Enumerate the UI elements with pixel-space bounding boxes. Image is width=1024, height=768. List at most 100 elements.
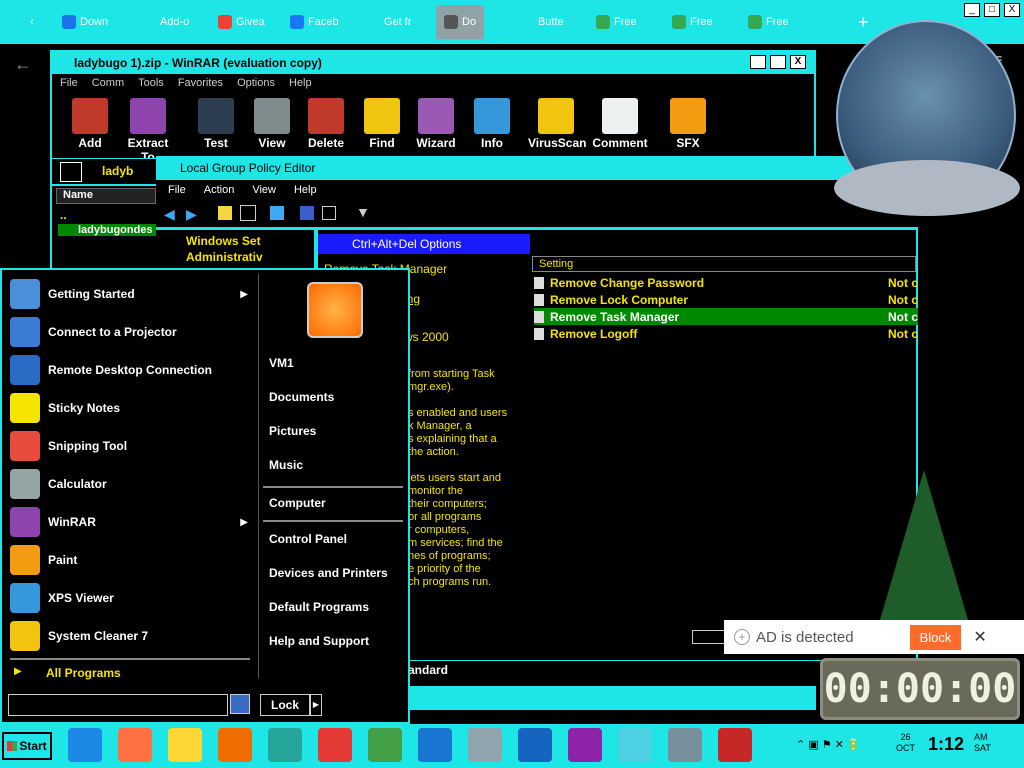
back-arrow-icon[interactable]: ←	[14, 54, 32, 75]
toolbar-comment-button[interactable]: Comment	[592, 98, 648, 150]
maximize-button[interactable]: □	[984, 3, 1000, 17]
taskbar-media-player-icon[interactable]	[218, 728, 252, 762]
browser-tab[interactable]: Add-o	[142, 9, 189, 35]
taskbar-firefox-icon[interactable]	[118, 728, 152, 762]
taskbar-network-icon[interactable]	[468, 728, 502, 762]
lock-button[interactable]: Lock	[260, 694, 310, 716]
toolbar-add-button[interactable]: Add	[62, 98, 118, 150]
start-link-default-programs[interactable]: Default Programs	[269, 600, 369, 614]
ad-close-icon[interactable]: ✕	[973, 627, 986, 647]
gpedit-menu-item[interactable]: View	[252, 184, 276, 196]
taskbar-internet-explorer-icon[interactable]	[68, 728, 102, 762]
start-button[interactable]: Start	[2, 732, 52, 760]
forward-icon[interactable]: ▶	[186, 206, 197, 223]
start-item-system-cleaner-7[interactable]: System Cleaner 7	[10, 618, 254, 654]
setting-row[interactable]: Remove Lock Computer Not c	[534, 291, 918, 308]
winrar-menu-item[interactable]: Help	[289, 77, 312, 89]
start-item-connect-to-a-projector[interactable]: Connect to a Projector	[10, 314, 254, 350]
winrar-minimize-button[interactable]	[750, 55, 766, 69]
start-item-calculator[interactable]: Calculator	[10, 466, 254, 502]
toolbar-delete-button[interactable]: Delete	[298, 98, 354, 150]
export-icon[interactable]	[270, 206, 284, 220]
tray-icons[interactable]: ⌃ ▣ ⚑ ✕ 🔋	[796, 738, 861, 751]
toolbar-wizard-button[interactable]: Wizard	[408, 98, 464, 150]
start-item-sticky-notes[interactable]: Sticky Notes	[10, 390, 254, 426]
start-link-documents[interactable]: Documents	[269, 390, 334, 404]
winrar-close-button[interactable]: X	[790, 55, 806, 69]
new-tab-button[interactable]: +	[858, 9, 869, 35]
setting-row[interactable]: Remove Task Manager Not c	[534, 308, 918, 325]
taskbar-browser-blue-icon[interactable]	[418, 728, 452, 762]
start-link-control-panel[interactable]: Control Panel	[269, 532, 347, 546]
start-link-pictures[interactable]: Pictures	[269, 424, 316, 438]
winrar-menu-item[interactable]: Comm	[92, 77, 124, 89]
start-item-winrar[interactable]: WinRAR ▶	[10, 504, 254, 540]
search-icon[interactable]	[230, 694, 250, 714]
start-item-xps-viewer[interactable]: XPS Viewer	[10, 580, 254, 616]
start-search-input[interactable]	[8, 694, 228, 716]
browser-tab[interactable]: Butte	[520, 9, 564, 35]
taskbar-browser-icon[interactable]	[268, 728, 302, 762]
taskbar-toolbox-icon[interactable]	[718, 728, 752, 762]
gpedit-menu-item[interactable]: File	[168, 184, 186, 196]
standard-tab[interactable]: andard	[408, 663, 448, 677]
lock-options-arrow-icon[interactable]: ▶	[310, 694, 322, 716]
winrar-maximize-button[interactable]	[770, 55, 786, 69]
toolbar-virusscan-button[interactable]: VirusScan	[528, 98, 586, 150]
all-programs-link[interactable]: All Programs	[46, 666, 121, 680]
tree-item-windows-settings[interactable]: Windows Set	[186, 234, 261, 248]
setting-row[interactable]: Remove Change Password Not c	[534, 274, 918, 291]
taskbar-notepad-icon[interactable]	[618, 728, 652, 762]
user-avatar[interactable]	[307, 282, 363, 338]
toolbar-find-button[interactable]: Find	[354, 98, 410, 150]
properties-icon[interactable]	[240, 205, 256, 221]
winrar-menu-item[interactable]: File	[60, 77, 78, 89]
tab-back-arrow[interactable]: ‹	[30, 9, 34, 35]
taskbar-search-app-icon[interactable]	[518, 728, 552, 762]
back-icon[interactable]: ◀	[164, 206, 175, 223]
filter-icon[interactable]: ▼	[356, 204, 370, 220]
setting-column-header[interactable]: Setting	[532, 256, 916, 272]
file-row-parent[interactable]: ..	[60, 208, 67, 222]
file-row-ladybug[interactable]: ladybugondes	[58, 224, 158, 236]
up-folder-icon[interactable]	[60, 162, 82, 182]
toolbar-view-button[interactable]: View	[244, 98, 300, 150]
taskbar-opera-icon[interactable]	[318, 728, 352, 762]
start-item-getting-started[interactable]: Getting Started ▶	[10, 276, 254, 312]
name-column-header[interactable]: Name	[56, 188, 156, 204]
start-item-paint[interactable]: Paint	[10, 542, 254, 578]
winrar-menu-item[interactable]: Options	[237, 77, 275, 89]
tree-item-administrative[interactable]: Administrativ	[186, 250, 263, 264]
winrar-menu-item[interactable]: Favorites	[178, 77, 223, 89]
toolbar-sfx-button[interactable]: SFX	[660, 98, 716, 150]
minimize-button[interactable]: _	[964, 3, 980, 17]
browser-tab[interactable]: Do	[436, 5, 485, 39]
browser-tab[interactable]: Free	[672, 9, 713, 35]
taskbar-winrar-icon[interactable]	[568, 728, 602, 762]
setting-row[interactable]: Remove Logoff Not c	[534, 325, 918, 342]
winrar-menu-item[interactable]: Tools	[138, 77, 164, 89]
browser-tab[interactable]: Down	[62, 9, 108, 35]
browser-tab[interactable]: Faceb	[290, 9, 339, 35]
taskbar-file-explorer-icon[interactable]	[168, 728, 202, 762]
browser-tab[interactable]: Free	[596, 9, 637, 35]
tray-time[interactable]: 1:12	[928, 734, 964, 755]
start-item-snipping-tool[interactable]: Snipping Tool	[10, 428, 254, 464]
toolbar-extract-to-button[interactable]: Extract To	[120, 98, 176, 164]
folder-icon[interactable]	[218, 206, 232, 220]
taskbar-winrar-archive-icon[interactable]	[368, 728, 402, 762]
view-icon[interactable]	[322, 206, 336, 220]
start-item-remote-desktop-connection[interactable]: Remote Desktop Connection	[10, 352, 254, 388]
start-link-help-and-support[interactable]: Help and Support	[269, 634, 369, 648]
browser-tab[interactable]: Free	[748, 9, 789, 35]
browser-tab[interactable]: Get fr	[366, 9, 412, 35]
toolbar-test-button[interactable]: Test	[188, 98, 244, 150]
start-link-devices-and-printers[interactable]: Devices and Printers	[269, 566, 388, 580]
gpedit-menu-item[interactable]: Help	[294, 184, 317, 196]
gpedit-menu-item[interactable]: Action	[204, 184, 235, 196]
start-link-computer[interactable]: Computer	[269, 496, 326, 510]
help-icon[interactable]	[300, 206, 314, 220]
block-button[interactable]: Block	[909, 624, 962, 650]
start-link-music[interactable]: Music	[269, 458, 303, 472]
taskbar-network-2-icon[interactable]	[668, 728, 702, 762]
